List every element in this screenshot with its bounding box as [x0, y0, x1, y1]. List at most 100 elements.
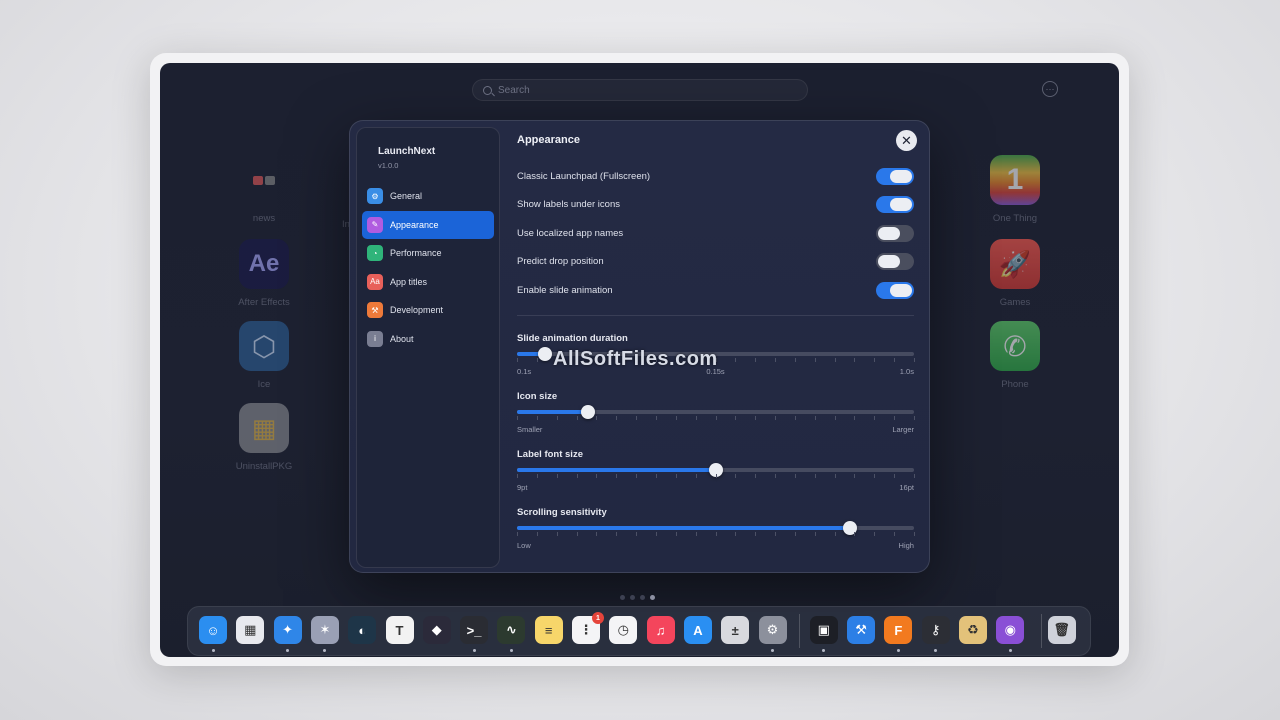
slider-tick: [675, 474, 677, 478]
page-dot[interactable]: [630, 595, 635, 600]
toggle-switch[interactable]: [876, 253, 914, 270]
nav-item-about[interactable]: i About: [362, 325, 494, 353]
page-dot-current[interactable]: [650, 595, 655, 600]
slider-tick: [596, 474, 598, 478]
nav-item-performance[interactable]: ◔ Performance: [362, 239, 494, 267]
app-one-thing[interactable]: 1 One Thing: [970, 155, 1060, 224]
app-games[interactable]: 🚀 Games: [970, 239, 1060, 308]
slider-tick: [735, 532, 737, 536]
slider-tick: [576, 416, 578, 420]
slider-tick: [914, 358, 915, 362]
slider-min-label: 9pt: [517, 483, 528, 492]
calculator-icon[interactable]: ±: [721, 616, 750, 644]
app-after-effects[interactable]: Ae After Effects: [219, 239, 309, 308]
more-options-icon[interactable]: ···: [1042, 81, 1058, 97]
notes-icon[interactable]: ≡: [534, 616, 563, 644]
system-settings-icon[interactable]: ⚙: [758, 616, 787, 644]
slider-tick: [616, 532, 618, 536]
search-bar[interactable]: Search: [472, 79, 808, 101]
slider-tick: [854, 532, 856, 536]
toggle-switch[interactable]: [876, 196, 914, 213]
archive-utility-icon[interactable]: ♻: [959, 616, 987, 644]
app-ice[interactable]: ⬡ Ice: [219, 321, 309, 390]
gauge-icon: ◔: [367, 245, 383, 261]
slider-label: Slide animation duration: [517, 333, 628, 344]
testflight-icon[interactable]: ✶: [310, 616, 339, 644]
slider-tick: [775, 358, 777, 362]
nav-item-label: About: [390, 333, 414, 344]
app-version: v1.0.0: [378, 161, 399, 170]
app-label: news: [252, 213, 276, 224]
slider-tick: [854, 474, 856, 478]
slider-track[interactable]: [517, 521, 914, 535]
activity-monitor-icon[interactable]: ∿: [497, 616, 526, 644]
nav-item-app-titles[interactable]: Aa App titles: [362, 268, 494, 296]
news-icon: [239, 155, 289, 205]
parallels-icon[interactable]: ▣: [809, 616, 838, 644]
slider-tick: [735, 358, 737, 362]
typora-icon[interactable]: T: [385, 616, 414, 644]
running-indicator: [771, 649, 774, 652]
close-button[interactable]: ✕: [896, 130, 917, 151]
toggle-switch[interactable]: [876, 167, 914, 185]
github-icon[interactable]: ◉: [996, 616, 1025, 644]
slider-label: Icon size: [517, 391, 558, 402]
slider-tick: [755, 358, 757, 362]
slider-track[interactable]: [517, 463, 914, 477]
slider-tick: [814, 474, 816, 478]
ice-icon: ⬡: [239, 321, 289, 371]
notification-badge: 1: [592, 612, 604, 624]
running-indicator: [896, 649, 900, 652]
dock-separator: [799, 614, 800, 648]
terminal-icon[interactable]: >_: [460, 616, 489, 644]
trash-icon[interactable]: 🗑: [1047, 616, 1076, 644]
dock: ☺ ▦ ✦ ✶ ◐ T ◆ >_ ∿ ≡ ⋮ 1 ◷ ♫ A ± ⚙ ▣ ⚒ F ⚷ ♻ ◉ 🗑: [187, 606, 1091, 656]
slider-tick: [655, 416, 657, 420]
nav-item-label: App titles: [390, 276, 428, 287]
slider-track[interactable]: [517, 405, 914, 419]
slider-tick: [596, 416, 598, 420]
slider-tick: [814, 358, 816, 362]
xcode-icon[interactable]: ⚒: [847, 616, 876, 644]
toggle-switch[interactable]: [876, 281, 914, 299]
slider-tick: [775, 474, 777, 478]
nav-item-development[interactable]: ⚒ Development: [362, 296, 494, 324]
toggle-knob: [890, 169, 912, 183]
slider-ticks: [517, 474, 915, 480]
phone-icon: ✆: [990, 321, 1040, 371]
fileplus-icon[interactable]: F: [884, 616, 913, 644]
slider-tick: [536, 474, 538, 478]
page-dot[interactable]: [640, 595, 645, 600]
toggle-switch[interactable]: [876, 224, 914, 242]
nav-item-appearance[interactable]: ✎ Appearance: [362, 210, 494, 239]
app-news[interactable]: news: [219, 155, 309, 224]
launchpad-icon[interactable]: ▦: [236, 616, 265, 644]
safari-icon[interactable]: ✦: [273, 616, 302, 644]
reminders-icon[interactable]: ⋮ 1: [572, 612, 604, 644]
nav-item-general[interactable]: ⚙ General: [362, 182, 494, 210]
running-indicator: [822, 649, 826, 652]
nav-item-label: Appearance: [390, 219, 439, 230]
slider-scale: Low High: [517, 541, 914, 550]
app-uninstallpkg[interactable]: ▦ UninstallPKG: [219, 403, 309, 472]
page-dot[interactable]: [620, 595, 625, 600]
toggle-row: Show labels under icons: [517, 196, 914, 214]
slider-max-label: 16pt: [899, 483, 914, 492]
running-indicator: [323, 649, 327, 652]
finder-icon[interactable]: ☺: [199, 616, 227, 644]
app-store-icon[interactable]: A: [683, 616, 712, 644]
slider-tick: [755, 532, 757, 536]
music-icon[interactable]: ♫: [646, 616, 675, 644]
slider-tick: [755, 474, 757, 478]
section-title: Appearance: [517, 134, 580, 146]
slider-tick: [655, 532, 657, 536]
slider-ticks: [517, 416, 915, 422]
keychain-icon[interactable]: ⚷: [921, 616, 950, 644]
running-indicator: [934, 649, 938, 652]
slider-tick: [536, 358, 538, 362]
app-phone[interactable]: ✆ Phone: [970, 321, 1060, 390]
slider-tick: [794, 474, 796, 478]
cleanup-icon[interactable]: ◐: [348, 616, 377, 644]
clock-icon[interactable]: ◷: [609, 616, 638, 644]
obsidian-icon[interactable]: ◆: [422, 616, 451, 644]
